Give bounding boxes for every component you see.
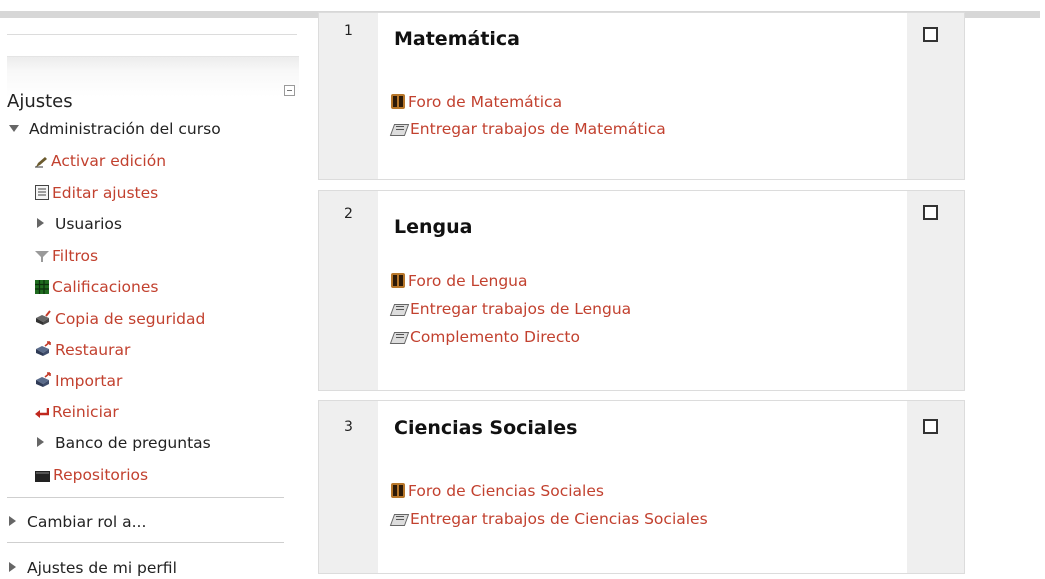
highlight-section-checkbox[interactable] [923,419,938,434]
section-number: 2 [344,206,353,222]
expand-arrow-icon [9,516,16,526]
collapse-block-icon[interactable] [284,85,295,96]
sidebar-item-editar-ajustes[interactable]: Editar ajustes [35,183,158,203]
forum-icon [391,273,405,288]
assignment-icon [391,302,407,316]
activity-assignment[interactable]: Entregar trabajos de Ciencias Sociales [391,509,708,529]
section-title: Lengua [394,216,473,238]
course-section-1: 1 Matemática Foro de Matemática Entregar… [318,12,965,180]
forum-icon [391,483,405,498]
forum-icon [391,94,405,109]
sidebar-item-activar-edicion[interactable]: Activar edición [35,151,166,171]
course-admin-label: Administración del curso [29,120,221,138]
sidebar-item-copia-de-seguridad[interactable]: Copia de seguridad [35,309,205,329]
sidebar-item-cambiar-rol[interactable]: Cambiar rol a... [9,512,146,532]
highlight-section-checkbox[interactable] [923,205,938,220]
expand-arrow-icon [9,562,16,572]
settings-block-title: Ajustes [7,91,73,112]
course-admin-node[interactable]: Administración del curso [9,119,221,139]
expand-arrow-icon [37,218,44,228]
course-section-3: 3 Ciencias Sociales Foro de Ciencias Soc… [318,400,965,574]
restore-icon [35,341,52,357]
sidebar-item-calificaciones[interactable]: Calificaciones [35,277,158,297]
section-number: 1 [344,23,353,39]
sidebar-item-reiniciar[interactable]: Reiniciar [35,402,119,422]
sidebar-divider [7,497,284,498]
activity-forum[interactable]: Foro de Ciencias Sociales [391,481,604,501]
sidebar-item-banco-de-preguntas[interactable]: Banco de preguntas [37,433,211,453]
highlight-section-checkbox[interactable] [923,27,938,42]
course-section-2: 2 Lengua Foro de Lengua Entregar trabajo… [318,190,965,391]
activity-assignment[interactable]: Entregar trabajos de Lengua [391,299,631,319]
expand-arrow-icon [37,437,44,447]
sidebar-item-restaurar[interactable]: Restaurar [35,340,130,360]
import-icon [35,372,52,388]
section-number: 3 [344,419,353,435]
expanded-arrow-icon [9,125,19,132]
assignment-icon [391,512,407,526]
assignment-icon [391,122,407,136]
sidebar-item-repositorios[interactable]: Repositorios [35,465,148,485]
activity-assignment[interactable]: Complemento Directo [391,327,580,347]
sidebar-item-usuarios[interactable]: Usuarios [37,214,122,234]
pencil-icon [35,153,48,168]
sidebar-item-filtros[interactable]: Filtros [35,246,98,266]
section-right-side [907,191,964,390]
filter-icon [35,248,49,262]
activity-forum[interactable]: Foro de Lengua [391,271,527,291]
sidebar-divider [7,542,284,543]
settings-document-icon [35,185,49,200]
previous-block-bottom [7,18,297,35]
sidebar-item-ajustes-perfil[interactable]: Ajustes de mi perfil [9,558,177,578]
reset-arrow-icon [35,404,50,418]
section-title: Ciencias Sociales [394,417,578,439]
assignment-icon [391,330,407,344]
backup-icon [35,310,52,326]
activity-forum[interactable]: Foro de Matemática [391,92,562,112]
section-title: Matemática [394,28,520,50]
grades-icon [35,279,49,294]
settings-block: Ajustes Administración del curso Activar… [7,18,299,579]
activity-assignment[interactable]: Entregar trabajos de Matemática [391,119,666,139]
repository-icon [35,467,50,482]
sidebar-item-importar[interactable]: Importar [35,371,122,391]
